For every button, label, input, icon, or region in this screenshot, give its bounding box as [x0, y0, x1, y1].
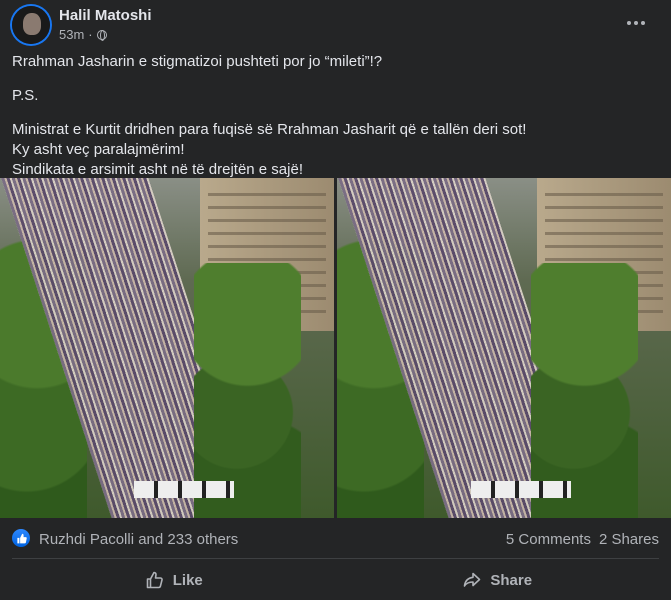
share-label: Share [490, 571, 533, 589]
action-bar: Like Share [12, 562, 659, 598]
photo-1[interactable] [0, 178, 334, 518]
author-name[interactable]: Halil Matoshi [59, 7, 152, 24]
photo-2[interactable] [337, 178, 671, 518]
post-card: Halil Matoshi 53m · Rrahman Jasharin e s… [0, 0, 671, 600]
comments-count[interactable]: 5 Comments [506, 531, 591, 548]
meta-separator: · [88, 27, 93, 42]
post-header: Halil Matoshi 53m · [12, 6, 659, 46]
timestamp[interactable]: 53m [59, 27, 84, 42]
dot-icon [627, 21, 631, 25]
reactions-summary[interactable]: Ruzhdi Pacolli and 233 others [39, 531, 238, 548]
share-arrow-icon [464, 572, 481, 587]
like-label: Like [172, 571, 203, 589]
share-button[interactable]: Share [336, 562, 660, 598]
photo-grid [0, 178, 671, 518]
post-meta: 53m · [59, 27, 107, 42]
post-line-5: Sindikata e arsimit asht në të drejtën e… [12, 161, 303, 178]
globe-icon [96, 29, 107, 41]
reaction-stats: Ruzhdi Pacolli and 233 others 5 Comments… [12, 528, 659, 550]
avatar[interactable] [12, 6, 50, 44]
dot-icon [641, 21, 645, 25]
post-line-2: P.S. [12, 87, 39, 104]
like-button[interactable]: Like [12, 562, 336, 598]
post-line-3: Ministrat e Kurtit dridhen para fuqisë s… [12, 121, 527, 138]
more-options-button[interactable] [623, 10, 649, 36]
engagement-counts: 5 Comments 2 Shares [506, 531, 659, 548]
post-line-1: Rrahman Jasharin e stigmatizoi pushteti … [12, 53, 383, 70]
shares-count[interactable]: 2 Shares [599, 531, 659, 548]
like-icon[interactable] [12, 529, 30, 547]
dot-icon [634, 21, 638, 25]
thumbs-up-icon [146, 571, 163, 589]
post-line-4: Ky asht veç paralajmërim! [12, 141, 185, 158]
post-text: Rrahman Jasharin e stigmatizoi pushteti … [12, 52, 652, 180]
divider [12, 558, 659, 559]
